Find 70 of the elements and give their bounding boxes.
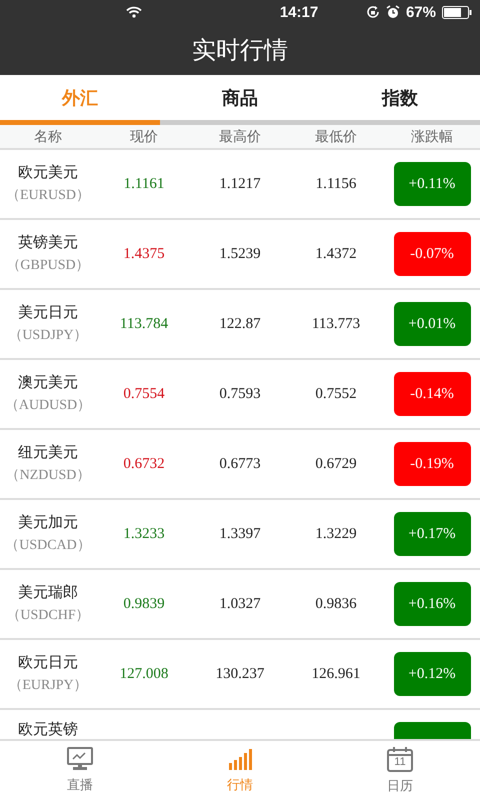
- calendar-icon: 11: [387, 746, 413, 772]
- rotation-lock-icon: [366, 5, 380, 19]
- pair-name: 欧元美元: [17, 162, 79, 182]
- column-header: 名称: [33, 128, 63, 146]
- pair-code: （USDJPY）: [7, 326, 89, 344]
- current-price: 1.4375: [122, 246, 166, 262]
- change-badge: -0.14%: [394, 372, 470, 416]
- change-badge: -0.19%: [394, 442, 470, 486]
- monitor-icon: [67, 747, 93, 771]
- change-badge: +0.01%: [394, 302, 470, 346]
- pair-code: （GBPUSD）: [5, 256, 91, 274]
- high-price: 1.0327: [218, 596, 262, 612]
- low-price: 113.773: [310, 316, 362, 332]
- column-header: 最低价: [314, 128, 358, 146]
- high-price: 1.3397: [218, 526, 262, 542]
- battery-percent: 67%: [406, 4, 436, 20]
- pair-code: （AUDUSD）: [4, 396, 92, 414]
- high-price: 1.1217: [218, 176, 262, 192]
- column-header: 最高价: [218, 128, 262, 146]
- category-tab[interactable]: 指数: [320, 75, 480, 120]
- category-tab[interactable]: 外汇: [0, 75, 160, 120]
- pair-name: 英镑美元: [17, 232, 79, 252]
- pair-name: 美元加元: [17, 512, 79, 532]
- current-price: 0.9839: [122, 596, 166, 612]
- pair-code: （NZDUSD）: [4, 466, 92, 484]
- current-price: 0.6732: [122, 456, 166, 472]
- low-price: 0.7552: [314, 386, 358, 402]
- change-badge: +0.12%: [394, 652, 470, 696]
- high-price: 122.87: [218, 316, 262, 332]
- change-badge: -0.07%: [394, 232, 470, 276]
- page-title: 实时行情: [192, 36, 288, 66]
- clock-time: 14:17: [280, 4, 318, 20]
- alarm-icon: [386, 5, 400, 19]
- high-price: 130.237: [214, 666, 266, 682]
- wifi-icon: [126, 6, 142, 18]
- pair-name: 欧元日元: [17, 652, 79, 672]
- column-header: 现价: [129, 128, 159, 146]
- pair-name: 欧元英镑: [17, 720, 79, 739]
- low-price: 1.4372: [314, 246, 358, 262]
- low-price: 0.6729: [314, 456, 358, 472]
- change-badge: +0.11%: [394, 162, 470, 206]
- current-price: 1.3233: [122, 526, 166, 542]
- nav-tab[interactable]: 直播: [0, 741, 160, 800]
- current-price: 127.008: [118, 666, 170, 682]
- current-price: 113.784: [118, 316, 170, 332]
- pair-code: （EURUSD）: [4, 186, 91, 204]
- battery-icon: [442, 6, 472, 18]
- high-price: 1.5239: [218, 246, 262, 262]
- current-price: 0.7554: [122, 386, 166, 402]
- column-header: 涨跌幅: [410, 128, 454, 146]
- nav-tab[interactable]: 11 日历: [320, 741, 480, 800]
- change-badge: +0.16%: [394, 582, 470, 626]
- category-tab[interactable]: 商品: [160, 75, 320, 120]
- low-price: 1.3229: [314, 526, 358, 542]
- pair-code: （USDCAD）: [4, 536, 92, 554]
- current-price: 1.1161: [122, 176, 166, 192]
- low-price: 0.9836: [314, 596, 358, 612]
- change-badge: +0.17%: [394, 512, 470, 556]
- low-price: 126.961: [310, 666, 362, 682]
- low-price: 1.1156: [314, 176, 358, 192]
- high-price: 0.7593: [218, 386, 262, 402]
- bar-chart-icon: [227, 747, 253, 771]
- high-price: 0.6773: [218, 456, 262, 472]
- pair-name: 美元日元: [17, 302, 79, 322]
- pair-name: 美元瑞郎: [17, 582, 79, 602]
- nav-tab[interactable]: 行情: [160, 741, 320, 800]
- pair-name: 澳元美元: [17, 372, 79, 392]
- pair-name: 纽元美元: [17, 442, 79, 462]
- pair-code: （USDCHF）: [5, 606, 91, 624]
- pair-code: （EURJPY）: [7, 676, 89, 694]
